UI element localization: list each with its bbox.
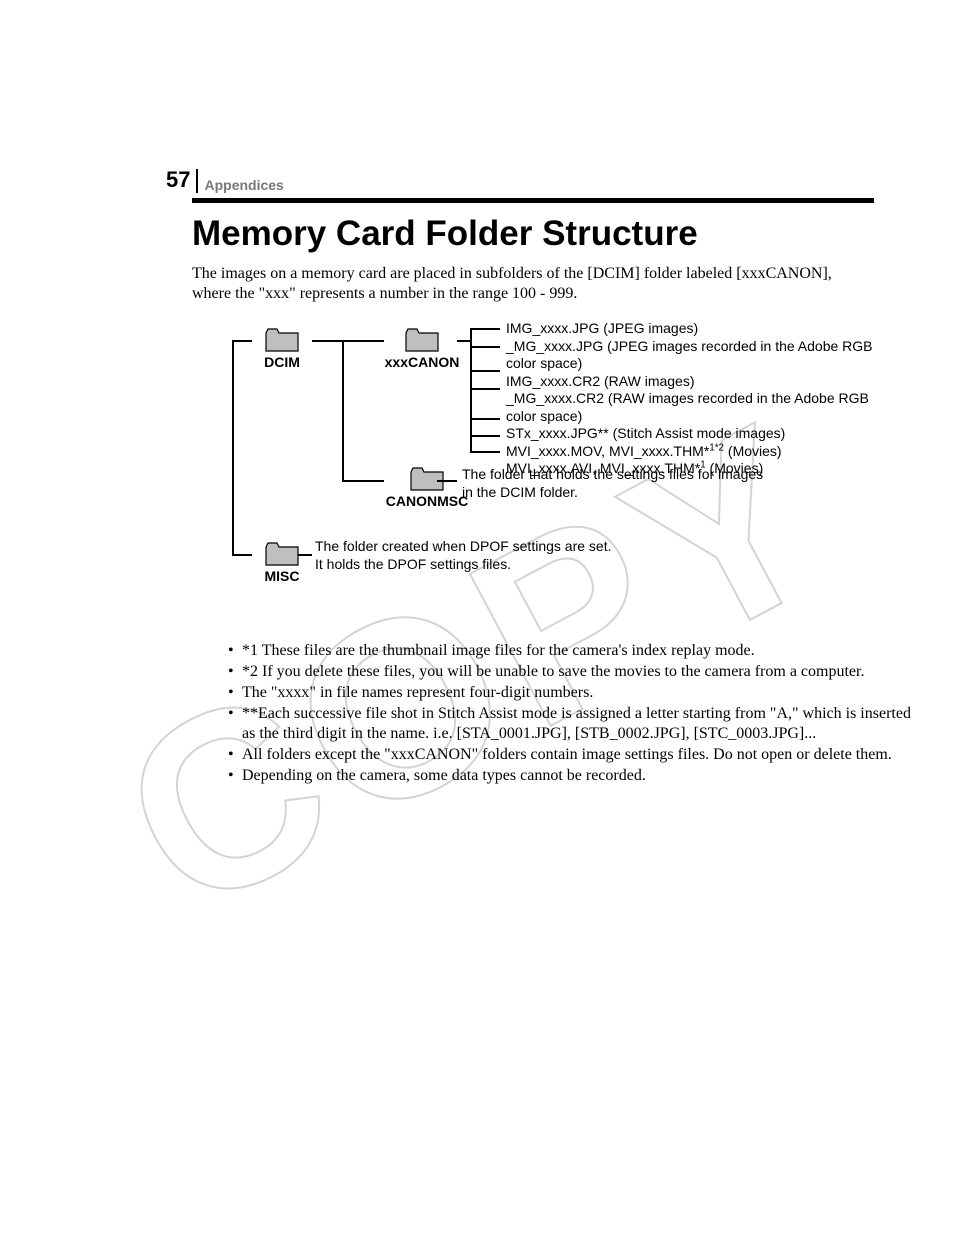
folder-diagram: DCIM xxxCANON CANONMSC MISC <box>192 320 874 620</box>
file-entry: _MG_xxxx.CR2 (RAW images recorded in the… <box>506 390 876 425</box>
intro-paragraph: The images on a memory card are placed i… <box>192 264 852 305</box>
folder-misc: MISC <box>252 540 312 584</box>
connector-line <box>470 346 500 348</box>
connector-line <box>470 370 500 372</box>
note-item: Depending on the camera, some data types… <box>232 766 914 786</box>
file-entry: _MG_xxxx.JPG (JPEG images recorded in th… <box>506 338 876 373</box>
canonmsc-description: The folder that holds the settings files… <box>462 466 772 501</box>
file-list: IMG_xxxx.JPG (JPEG images) _MG_xxxx.JPG … <box>506 320 876 478</box>
folder-icon <box>410 465 444 491</box>
header-rule <box>192 198 874 203</box>
connector-line <box>232 340 252 342</box>
connector-line <box>437 480 457 482</box>
file-entry: IMG_xxxx.CR2 (RAW images) <box>506 373 876 391</box>
page-title: Memory Card Folder Structure <box>192 214 698 254</box>
connector-line <box>470 418 500 420</box>
note-item: *1 These files are the thumbnail image f… <box>232 641 914 661</box>
file-entry: STx_xxxx.JPG** (Stitch Assist mode image… <box>506 425 876 443</box>
connector-line <box>470 328 500 330</box>
page-number: 57 <box>166 169 198 193</box>
notes-list: *1 These files are the thumbnail image f… <box>192 641 914 787</box>
connector-line <box>470 435 472 452</box>
file-entry: IMG_xxxx.JPG (JPEG images) <box>506 320 876 338</box>
connector-line <box>232 554 252 556</box>
connector-line <box>312 340 384 342</box>
folder-label: CANONMSC <box>382 493 472 509</box>
folder-icon <box>405 326 439 352</box>
note-item: The "xxxx" in file names represent four-… <box>232 683 914 703</box>
section-label: Appendices <box>198 177 283 194</box>
connector-line <box>457 340 471 342</box>
connector-line <box>470 328 472 340</box>
connector-line <box>342 340 344 481</box>
folder-label: MISC <box>252 568 312 584</box>
connector-line <box>298 554 312 556</box>
folder-icon <box>265 326 299 352</box>
connector-line <box>470 435 500 437</box>
note-item: *2 If you delete these files, you will b… <box>232 662 914 682</box>
page-header: 57 Appendices <box>166 170 284 194</box>
connector-line <box>470 388 500 390</box>
file-entry: MVI_xxxx.MOV, MVI_xxxx.THM*1*2 (Movies) <box>506 443 876 461</box>
folder-label: xxxCANON <box>382 354 462 370</box>
folder-label: DCIM <box>252 354 312 370</box>
note-item: All folders except the "xxxCANON" folder… <box>232 745 914 765</box>
folder-icon <box>265 540 299 566</box>
connector-line <box>342 480 384 482</box>
connector-line <box>470 451 500 453</box>
folder-canonmsc: CANONMSC <box>382 465 472 509</box>
note-item: **Each successive file shot in Stitch As… <box>232 704 914 744</box>
folder-dcim: DCIM <box>252 326 312 370</box>
misc-description: The folder created when DPOF settings ar… <box>315 538 735 573</box>
connector-line <box>232 340 234 555</box>
folder-xxxcanon: xxxCANON <box>382 326 462 370</box>
